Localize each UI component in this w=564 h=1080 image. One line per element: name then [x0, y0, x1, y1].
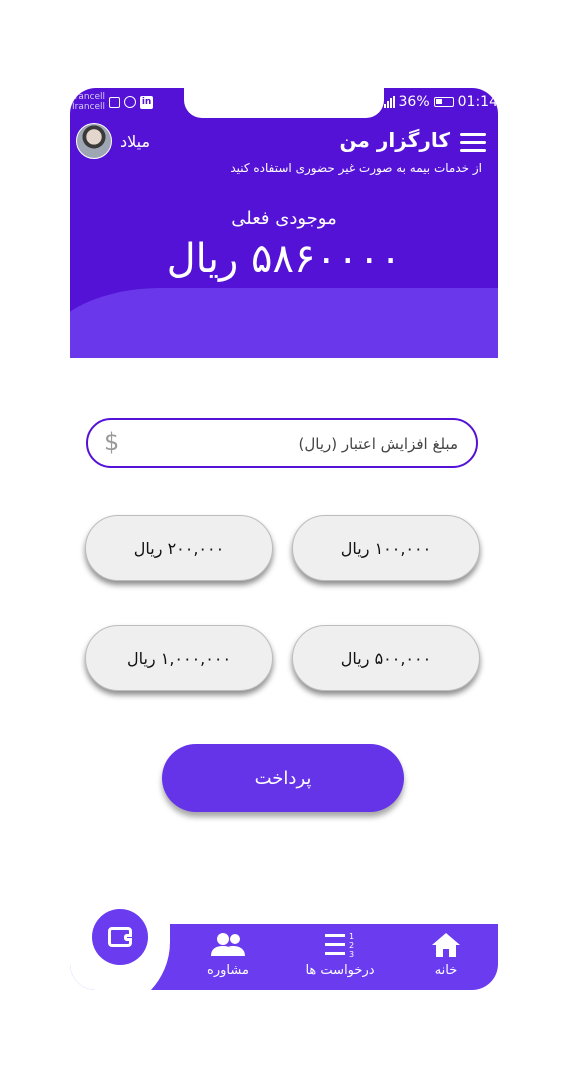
request-list-icon: 1 2 3	[324, 931, 356, 959]
svg-text:3: 3	[349, 950, 354, 959]
app-title: کارگزار من	[339, 128, 450, 152]
header-wave	[70, 288, 498, 358]
calendar-icon	[109, 96, 121, 108]
app-subtitle: از خدمات بیمه به صورت غیر حضوری استفاده …	[230, 161, 482, 175]
carrier-top: Irancell	[72, 92, 106, 102]
carrier-bottom: Irancell	[72, 102, 106, 112]
header: Irancell Irancell in 36% 01:14 کارگزار م…	[70, 88, 498, 358]
preset-500000-button[interactable]: ۵۰۰,۰۰۰ ریال	[292, 625, 480, 691]
amount-input[interactable]	[136, 420, 460, 468]
carrier-names: Irancell Irancell	[72, 92, 105, 112]
circle-icon	[124, 96, 137, 108]
nav-item-home[interactable]: خانه	[406, 931, 486, 978]
status-right: 36% 01:14	[383, 90, 498, 114]
amount-field[interactable]: $	[86, 418, 478, 468]
battery-icon	[433, 97, 454, 107]
svg-text:2: 2	[349, 941, 354, 950]
status-left: Irancell Irancell in	[72, 90, 154, 114]
nav-consult-label: مشاوره	[207, 963, 249, 978]
nav-requests-label: درخواست ها	[305, 963, 375, 978]
user-name: میلاد	[120, 132, 151, 151]
nav-home-label: خانه	[434, 963, 458, 978]
avatar[interactable]	[76, 123, 112, 159]
preset-200000-button[interactable]: ۲۰۰,۰۰۰ ریال	[85, 515, 273, 581]
preset-1000000-button[interactable]: ۱,۰۰۰,۰۰۰ ریال	[85, 625, 273, 691]
wallet-icon	[108, 927, 132, 947]
balance-label: موجودی فعلی	[231, 208, 337, 229]
battery-percent: 36%	[398, 94, 430, 110]
wallet-button[interactable]	[92, 909, 148, 965]
linkedin-icon: in	[140, 95, 154, 109]
preset-100000-button[interactable]: ۱۰۰,۰۰۰ ریال	[292, 515, 480, 581]
consult-people-icon	[211, 931, 245, 959]
balance-amount: ۵۸۶۰۰۰۰ ریال	[166, 236, 402, 282]
clock: 01:14	[457, 94, 498, 110]
pay-button[interactable]: پرداخت	[162, 744, 404, 812]
dollar-icon: $	[104, 428, 120, 456]
svg-text:1: 1	[349, 932, 354, 941]
nav-item-requests[interactable]: 1 2 3 درخواست ها	[300, 931, 380, 978]
camera-notch	[184, 88, 384, 118]
home-icon	[431, 931, 461, 959]
menu-icon[interactable]	[460, 133, 486, 153]
phone-screen: Irancell Irancell in 36% 01:14 کارگزار م…	[70, 88, 498, 990]
signal-icon	[383, 96, 395, 108]
nav-item-consult[interactable]: مشاوره	[188, 931, 268, 978]
